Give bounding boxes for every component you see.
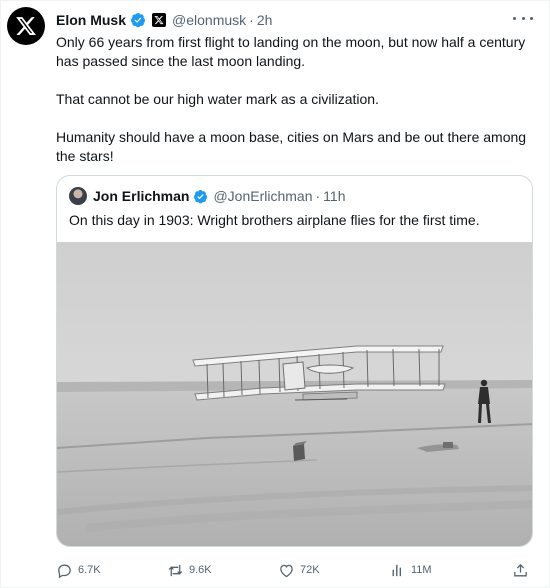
header-separator: · xyxy=(315,188,321,204)
share-icon xyxy=(514,563,527,576)
author-handle[interactable]: @elonmusk xyxy=(172,12,246,28)
tweet-text: Only 66 years from first flight to landi… xyxy=(56,33,538,166)
share-button[interactable] xyxy=(512,559,529,581)
views-button[interactable]: 11M xyxy=(389,559,432,581)
like-button[interactable]: 72K xyxy=(278,559,320,581)
quoted-tweet-text: On this day in 1903: Wright brothers air… xyxy=(69,212,480,228)
repost-count: 9.6K xyxy=(189,564,212,576)
view-count: 11M xyxy=(411,564,432,576)
quoted-author-name[interactable]: Jon Erlichman xyxy=(93,188,189,204)
tweet-paragraph: Only 66 years from first flight to landi… xyxy=(56,34,526,69)
author-avatar[interactable] xyxy=(7,7,45,45)
quoted-author-avatar[interactable] xyxy=(69,187,87,205)
quoted-timestamp[interactable]: 11h xyxy=(323,188,345,204)
tweet-paragraph: That cannot be our high water mark as a … xyxy=(56,91,379,107)
heart-icon xyxy=(280,564,293,577)
more-options-icon[interactable] xyxy=(513,11,533,25)
verified-badge-icon[interactable] xyxy=(130,12,146,28)
tweet-card[interactable]: Elon Musk @elonmusk · 2h Only 66 years f… xyxy=(0,0,550,588)
quoted-tweet-header: Jon Erlichman @JonErlichman · 11h xyxy=(69,186,346,206)
reply-button[interactable]: 6.7K xyxy=(56,559,101,581)
x-logo-icon xyxy=(16,17,36,35)
x-affiliation-icon[interactable] xyxy=(152,13,167,27)
repost-button[interactable]: 9.6K xyxy=(167,559,212,581)
wright-flyer-photo[interactable] xyxy=(57,242,533,547)
tweet-actions: 6.7K 9.6K 72K 11M xyxy=(56,559,536,581)
author-name[interactable]: Elon Musk xyxy=(56,12,126,28)
header-separator: · xyxy=(249,12,254,28)
reply-icon xyxy=(58,564,71,578)
tweet-header: Elon Musk @elonmusk · 2h xyxy=(56,10,272,30)
tweet-timestamp[interactable]: 2h xyxy=(257,12,273,28)
tweet-paragraph: Humanity should have a moon base, cities… xyxy=(56,129,527,164)
like-count: 72K xyxy=(300,564,320,576)
views-chart-icon xyxy=(392,564,402,576)
repost-icon xyxy=(168,564,183,576)
quoted-author-handle[interactable]: @JonErlichman xyxy=(213,188,312,204)
quoted-tweet[interactable]: Jon Erlichman @JonErlichman · 11h On thi… xyxy=(56,175,533,547)
reply-count: 6.7K xyxy=(78,564,101,576)
verified-badge-icon xyxy=(194,189,208,203)
